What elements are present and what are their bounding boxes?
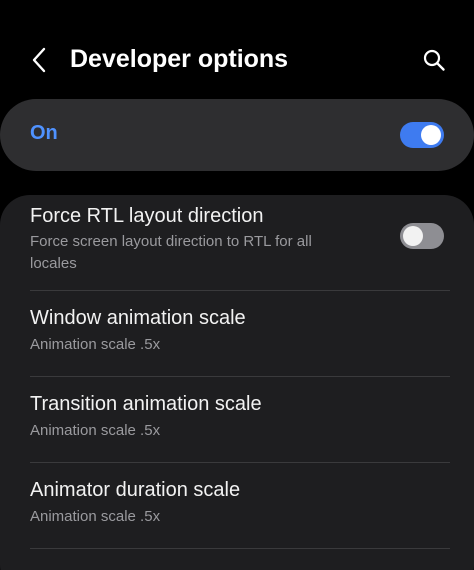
setting-title: Animator duration scale [30, 479, 241, 501]
back-button[interactable] [22, 42, 56, 78]
developer-options-screen: Developer options On Force RTL layout di… [0, 0, 474, 570]
setting-force-rtl[interactable]: Force RTL layout direction Force screen … [0, 195, 474, 289]
search-button[interactable] [414, 42, 454, 78]
master-switch-label: On [30, 122, 58, 144]
app-bar: Developer options [0, 30, 474, 90]
setting-animator-duration-scale[interactable]: Animator duration scale Animation scale … [0, 463, 474, 548]
divider [30, 548, 450, 549]
force-rtl-toggle[interactable] [400, 223, 444, 249]
toggle-knob [403, 226, 423, 246]
master-switch-toggle[interactable] [400, 122, 444, 148]
setting-title: Transition animation scale [30, 393, 262, 415]
toggle-knob [421, 125, 441, 145]
setting-title: Window animation scale [30, 307, 246, 329]
setting-title: Force RTL layout direction [30, 205, 264, 227]
setting-transition-animation-scale[interactable]: Transition animation scale Animation sca… [0, 377, 474, 462]
page-title: Developer options [70, 45, 289, 73]
chevron-left-icon [32, 47, 46, 73]
setting-summary: Force screen layout direction to RTL for… [30, 233, 312, 272]
setting-window-animation-scale[interactable]: Window animation scale Animation scale .… [0, 291, 474, 376]
search-icon [423, 49, 445, 71]
settings-list: Force RTL layout direction Force screen … [0, 195, 474, 570]
setting-summary: Animation scale .5x [30, 422, 161, 439]
setting-summary: Animation scale .5x [30, 336, 161, 353]
setting-summary: Animation scale .5x [30, 508, 161, 525]
